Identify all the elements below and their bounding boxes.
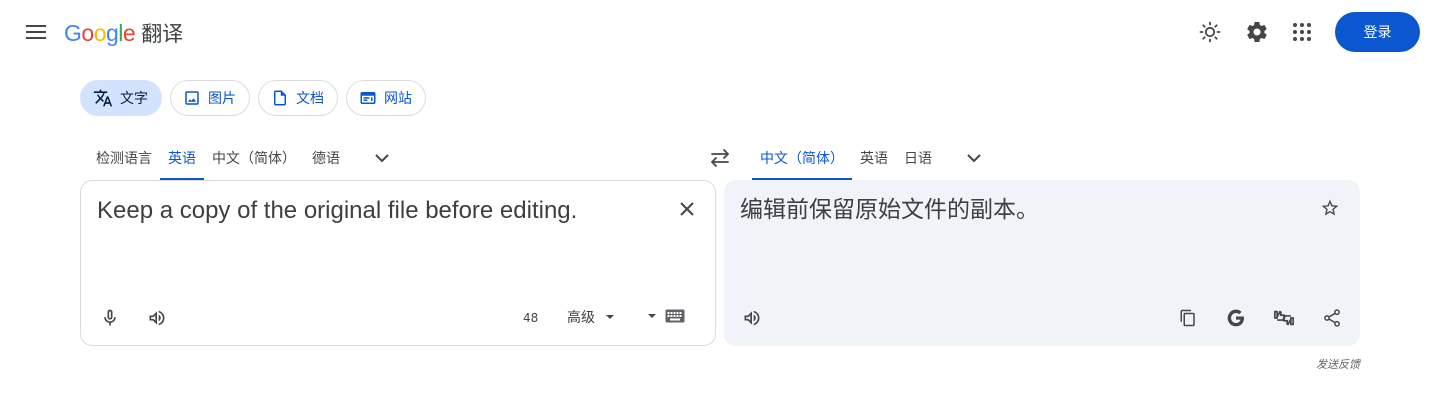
source-language-bar: 检测语言 英语 中文（简体） 德语 [88,136,402,180]
target-lang-japanese[interactable]: 日语 [896,136,940,180]
source-text-panel: Keep a copy of the original file before … [80,180,716,346]
translate-icon [93,89,113,107]
sign-in-button[interactable]: 登录 [1335,12,1420,52]
microphone-icon [104,309,116,326]
listen-translation-button[interactable] [736,302,768,334]
save-translation-button[interactable] [1316,194,1344,222]
advanced-options-label: 高级 [567,310,595,326]
advanced-options-dropdown[interactable]: 高级 [567,307,615,327]
speaker-icon [149,310,165,326]
source-lang-english[interactable]: 英语 [160,136,204,180]
source-text-input[interactable]: Keep a copy of the original file before … [97,197,657,225]
target-language-bar: 中文（简体） 英语 日语 [752,136,994,180]
theme-toggle-button[interactable] [1196,18,1224,46]
close-icon [680,202,694,216]
translation-result-text: 编辑前保留原始文件的副本。 [740,197,1039,223]
mode-tab-text[interactable]: 文字 [80,80,162,116]
google-wordmark: Google [64,20,136,46]
dropdown-arrow-icon [606,315,614,319]
document-icon [274,90,286,106]
speaker-icon [744,310,760,326]
target-lang-chinese-simplified[interactable]: 中文（简体） [752,136,852,180]
product-name: 翻译 [141,22,184,46]
chevron-down-icon [967,154,981,163]
send-feedback-link[interactable]: 发送反馈 [1316,356,1360,372]
mode-tab-websites[interactable]: 网站 [346,80,426,116]
menu-icon [26,25,46,39]
copy-icon [1180,309,1195,327]
main-menu-button[interactable] [20,18,52,46]
mode-tab-label: 网站 [384,91,412,107]
mode-tab-label: 文字 [120,91,148,107]
google-g-icon [1227,309,1244,327]
rate-translation-button[interactable] [1268,302,1300,334]
clear-source-text-button[interactable] [673,195,701,223]
target-lang-english[interactable]: 英语 [852,136,896,180]
google-translate-logo[interactable]: Google 翻译 [64,18,183,46]
input-tools-dropdown[interactable] [647,309,685,323]
copy-translation-button[interactable] [1172,302,1204,334]
apps-button[interactable] [1288,18,1316,46]
app-header: Google 翻译 登录 [0,0,1440,64]
sun-icon [1199,21,1221,43]
translation-result-panel: 编辑前保留原始文件的副本。 [724,180,1360,346]
listen-source-button[interactable] [141,302,173,334]
share-translation-button[interactable] [1316,302,1348,334]
dropdown-arrow-icon [648,314,656,318]
voice-input-button[interactable] [94,302,126,334]
mode-tab-documents[interactable]: 文档 [258,80,338,116]
settings-button[interactable] [1243,18,1271,46]
translation-mode-tabs: 文字 图片 文档 网站 [80,80,426,116]
target-more-languages-button[interactable] [954,136,994,180]
apps-grid-icon [1293,23,1311,41]
image-icon [185,91,199,105]
character-count: 48 [523,311,539,325]
mode-tab-label: 文档 [296,91,324,107]
share-icon [1324,309,1340,327]
mode-tab-images[interactable]: 图片 [170,80,250,116]
thumbs-up-down-icon [1274,310,1294,326]
source-lang-detect[interactable]: 检测语言 [88,136,160,180]
gear-icon [1247,22,1267,43]
star-icon [1321,199,1339,216]
google-search-button[interactable] [1220,302,1252,334]
keyboard-icon [665,309,685,323]
website-icon [360,92,376,104]
source-lang-chinese-simplified[interactable]: 中文（简体） [204,136,304,180]
source-more-languages-button[interactable] [362,136,402,180]
source-lang-german[interactable]: 德语 [304,136,348,180]
swap-arrows-icon [711,149,729,167]
swap-languages-button[interactable] [704,142,736,174]
mode-tab-label: 图片 [208,91,236,107]
chevron-down-icon [375,154,389,163]
